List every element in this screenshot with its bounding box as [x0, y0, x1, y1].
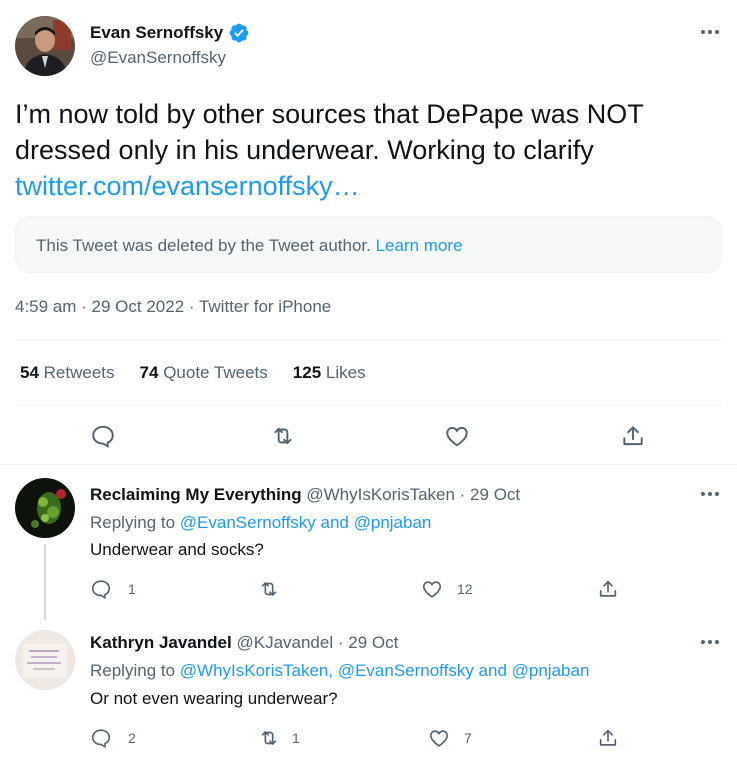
reply-text: Or not even wearing underwear?: [90, 689, 338, 708]
heart-icon: [444, 423, 470, 449]
deleted-tweet-notice: This Tweet was deleted by the Tweet auth…: [15, 216, 722, 273]
replying-to-joiner: ,: [328, 661, 338, 680]
retweet-icon: [258, 727, 280, 749]
author-handle[interactable]: @EvanSernoffsky: [90, 48, 226, 68]
reply-count: 1: [128, 581, 136, 597]
reply-author-handle[interactable]: @KJavandel: [236, 633, 333, 652]
like-button[interactable]: 7: [428, 727, 472, 749]
replying-to-label: Replying to: [90, 513, 180, 532]
share-icon: [620, 423, 646, 449]
author-name[interactable]: Evan Sernoffsky: [90, 22, 250, 44]
replying-to-mention[interactable]: @EvanSernoffsky: [180, 513, 316, 532]
author-name-text[interactable]: Evan Sernoffsky: [90, 23, 223, 43]
reply-author-handle[interactable]: @WhyIsKorisTaken: [306, 485, 455, 504]
share-button[interactable]: [597, 727, 619, 749]
retweet-icon: [270, 423, 296, 449]
replying-to-mention[interactable]: @pnjaban: [354, 513, 432, 532]
reply-avatar[interactable]: [15, 478, 75, 538]
verified-badge-icon: [228, 22, 250, 44]
learn-more-link[interactable]: Learn more: [376, 236, 463, 255]
tweet-text: I’m now told by other sources that DePap…: [15, 96, 715, 204]
reply-avatar[interactable]: [15, 630, 75, 690]
tweet-link[interactable]: twitter.com/evansernoffsky…: [15, 171, 360, 201]
like-count: 12: [457, 581, 473, 597]
like-button[interactable]: [444, 423, 470, 449]
tweet-timestamp[interactable]: 4:59 am · 29 Oct 2022 · Twitter for iPho…: [15, 297, 331, 317]
reply-header: Reclaiming My Everything @WhyIsKorisTake…: [90, 485, 520, 505]
reply-icon: [90, 727, 112, 749]
replying-to: Replying to @WhyIsKorisTaken, @EvanSerno…: [90, 661, 589, 681]
likes-label: Likes: [325, 363, 366, 382]
likes-count: 125: [292, 363, 322, 382]
reply-date[interactable]: · 29 Oct: [338, 633, 398, 652]
retweet-button[interactable]: 1: [258, 727, 300, 749]
like-button[interactable]: 12: [421, 578, 473, 600]
more-icon[interactable]: [699, 485, 721, 503]
reply-author-name[interactable]: Kathryn Javandel: [90, 633, 232, 652]
deleted-notice-text: This Tweet was deleted by the Tweet auth…: [36, 236, 371, 255]
replying-to-joiner: and: [315, 513, 354, 532]
reply-button[interactable]: [90, 423, 116, 449]
divider: [15, 405, 722, 406]
quotes-stat[interactable]: 74 Quote Tweets: [140, 363, 268, 383]
replying-to: Replying to @EvanSernoffsky and @pnjaban: [90, 513, 431, 533]
retweet-count: 1: [292, 730, 300, 746]
replying-to-joiner: and: [473, 661, 512, 680]
reply-date[interactable]: · 29 Oct: [460, 485, 520, 504]
replying-to-mention[interactable]: @EvanSernoffsky: [338, 661, 474, 680]
reply-icon: [90, 578, 112, 600]
reply-button[interactable]: 2: [90, 727, 136, 749]
tweet-body: I’m now told by other sources that DePap…: [15, 99, 644, 165]
reply-icon: [90, 423, 116, 449]
replying-to-label: Replying to: [90, 661, 180, 680]
share-icon: [597, 727, 619, 749]
like-count: 7: [464, 730, 472, 746]
share-button[interactable]: [620, 423, 646, 449]
heart-icon: [428, 727, 450, 749]
reply-header: Kathryn Javandel @KJavandel · 29 Oct: [90, 633, 398, 653]
reply-author-name[interactable]: Reclaiming My Everything: [90, 485, 302, 504]
retweet-button[interactable]: [270, 423, 296, 449]
reply-text: Underwear and socks?: [90, 540, 264, 559]
author-avatar[interactable]: [15, 16, 75, 76]
reply-button[interactable]: 1: [90, 578, 136, 600]
retweets-label: Retweets: [43, 363, 115, 382]
divider: [15, 340, 722, 341]
heart-icon: [421, 578, 443, 600]
share-button[interactable]: [597, 578, 619, 600]
share-icon: [597, 578, 619, 600]
quotes-label: Quote Tweets: [163, 363, 268, 382]
replying-to-mention[interactable]: @WhyIsKorisTaken: [180, 661, 329, 680]
more-icon[interactable]: [699, 23, 721, 41]
tweet-stats: 54 Retweets 74 Quote Tweets 125 Likes: [20, 363, 366, 383]
retweet-button[interactable]: [258, 578, 280, 600]
retweets-count: 54: [20, 363, 39, 382]
divider: [0, 464, 737, 465]
retweets-stat[interactable]: 54 Retweets: [20, 363, 115, 383]
reply-count: 2: [128, 730, 136, 746]
more-icon[interactable]: [699, 633, 721, 651]
retweet-icon: [258, 578, 280, 600]
replying-to-mention[interactable]: @pnjaban: [512, 661, 590, 680]
likes-stat[interactable]: 125 Likes: [293, 363, 366, 383]
quotes-count: 74: [139, 363, 159, 382]
thread-line: [44, 544, 46, 620]
